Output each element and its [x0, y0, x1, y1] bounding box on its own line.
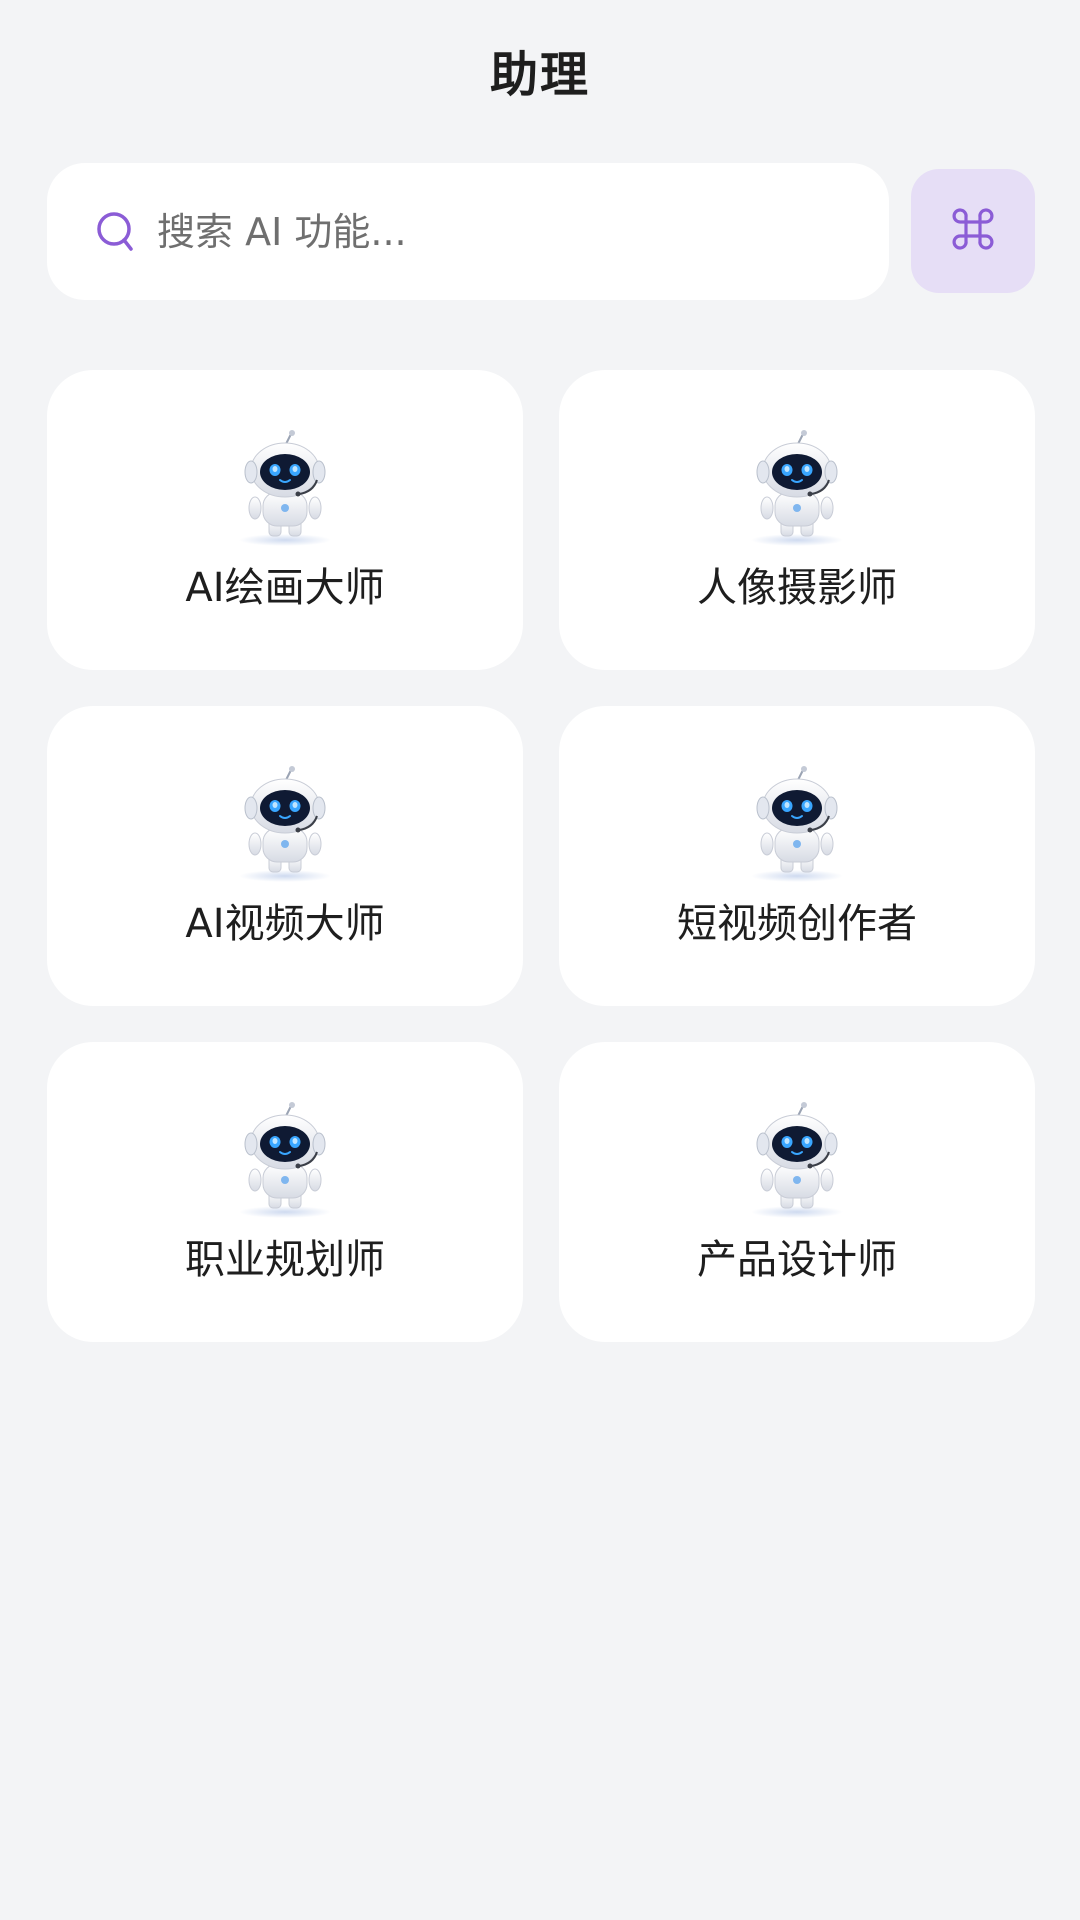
search-input[interactable]: [157, 191, 837, 272]
assistant-card-5[interactable]: 职业规划师: [47, 1042, 523, 1342]
assistant-card-2[interactable]: 人像摄影师: [559, 370, 1035, 670]
assistant-card-6[interactable]: 产品设计师: [559, 1042, 1035, 1342]
search-bar[interactable]: [47, 163, 889, 300]
assistant-card-1[interactable]: AI绘画大师: [47, 370, 523, 670]
assistant-card-label: 产品设计师: [697, 1237, 897, 1283]
command-button[interactable]: [911, 169, 1035, 293]
robot-avatar-icon: [737, 428, 857, 548]
assistant-card-label: 职业规划师: [185, 1237, 385, 1283]
command-icon: [949, 205, 997, 257]
robot-avatar-icon: [737, 764, 857, 884]
assistant-card-3[interactable]: AI视频大师: [47, 706, 523, 1006]
robot-avatar-icon: [225, 428, 345, 548]
assistant-card-label: 人像摄影师: [697, 565, 897, 611]
assistant-page: 助理 搜索 AI 功能... AI绘画大师 人像摄影师 AI视频大师 短视频创作…: [0, 0, 1080, 1920]
robot-avatar-icon: [225, 1100, 345, 1220]
page-title: 助理: [489, 47, 590, 103]
assistant-grid: AI绘画大师 人像摄影师 AI视频大师 短视频创作者 职业规划师 产品设计师: [47, 370, 1035, 1342]
assistant-card-label: AI视频大师: [185, 901, 385, 947]
search-icon: [93, 208, 141, 256]
assistant-card-label: 短视频创作者: [677, 901, 917, 947]
robot-avatar-icon: [737, 1100, 857, 1220]
assistant-card-label: AI绘画大师: [185, 565, 385, 611]
assistant-card-4[interactable]: 短视频创作者: [559, 706, 1035, 1006]
robot-avatar-icon: [225, 764, 345, 884]
